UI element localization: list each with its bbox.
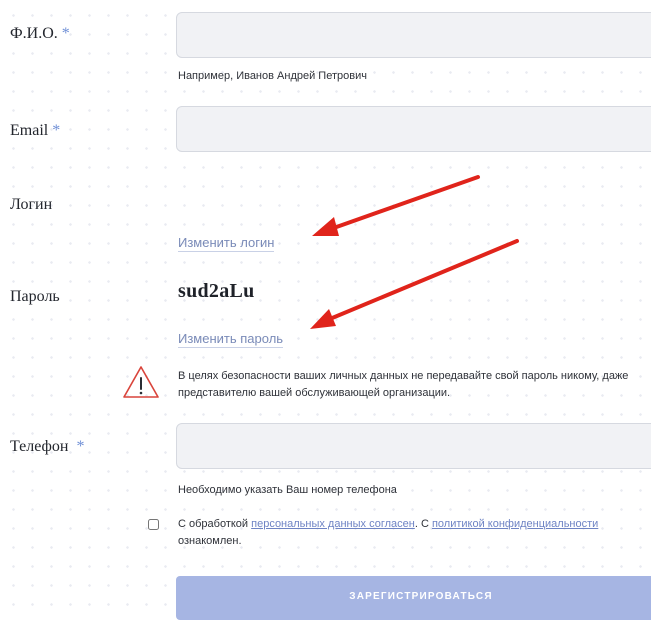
annotation-arrow-login [312, 175, 480, 236]
personal-data-link[interactable]: персональных данных согласен [251, 518, 415, 530]
email-input[interactable] [176, 106, 651, 152]
phone-label: Телефон * [10, 438, 84, 456]
phone-input[interactable] [176, 423, 651, 469]
phone-hint: Необходимо указать Ваш номер телефона [178, 484, 397, 496]
fio-input[interactable] [176, 12, 651, 58]
consent-text-part-3: ознакомлен. [178, 535, 242, 547]
consent-text-part-1: С обработкой [178, 518, 252, 530]
change-login-link[interactable]: Изменить логин [178, 235, 275, 252]
security-warning-text: В целях безопасности ваших личных данных… [178, 370, 629, 399]
consent-checkbox[interactable] [148, 519, 159, 530]
change-password-link[interactable]: Изменить пароль [178, 331, 284, 348]
consent-text-part-2: . С [414, 518, 432, 530]
fio-label-text: Ф.И.О. [10, 25, 58, 42]
login-label: Логин [10, 196, 53, 213]
privacy-policy-link[interactable]: политикой конфиденциальности [432, 518, 598, 530]
register-button-label: ЗАРЕГИСТРИРОВАТЬСЯ [349, 591, 493, 602]
password-label: Пароль [10, 288, 60, 305]
annotation-arrow-password [310, 239, 519, 329]
fio-label: Ф.И.О. * [10, 25, 70, 43]
consent-text: С обработкой персональных данных согласе… [178, 516, 618, 550]
fio-required-mark: * [61, 25, 70, 42]
phone-label-text: Телефон [10, 438, 69, 455]
email-label-text: Email [10, 122, 49, 139]
phone-required-mark: * [76, 438, 85, 455]
email-required-mark: * [52, 122, 61, 139]
warning-triangle-icon [123, 366, 159, 398]
password-value: sud2aLu [178, 280, 255, 302]
register-button[interactable]: ЗАРЕГИСТРИРОВАТЬСЯ [176, 576, 651, 620]
fio-hint: Например, Иванов Андрей Петрович [178, 70, 367, 82]
email-label: Email * [10, 122, 60, 140]
